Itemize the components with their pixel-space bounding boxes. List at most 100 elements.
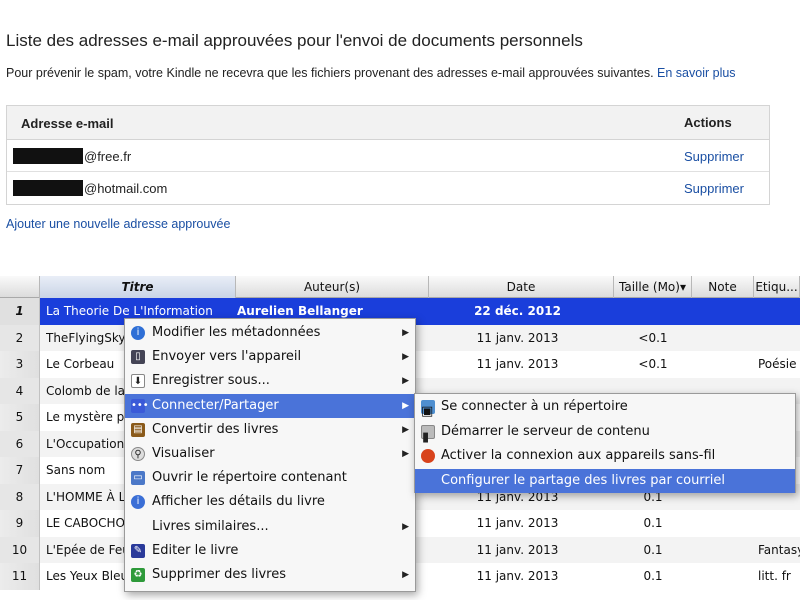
row-number: 9: [0, 510, 40, 537]
approved-emails-table: Adresse e-mail Actions @free.fr Supprime…: [6, 105, 770, 205]
book-size: 0.1: [643, 516, 663, 530]
convert-icon: ▤: [131, 422, 145, 437]
book-tags: [758, 325, 800, 352]
menu-item-label: Convertir des livres: [152, 421, 279, 437]
menu-item-label: Livres similaires...: [152, 518, 269, 534]
menu-item-livres-similaires[interactable]: Livres similaires... ▶: [125, 515, 415, 539]
book-size: 0.1: [643, 542, 663, 557]
header-date[interactable]: Date: [429, 276, 614, 298]
menu-item-label: Ouvrir le répertoire contenant: [152, 470, 347, 486]
book-date: 11 janv. 2013: [476, 330, 559, 345]
submenu-arrow-icon: ▶: [402, 569, 409, 580]
email-domain: @free.fr: [84, 149, 132, 164]
header-tags[interactable]: Etiqu...: [754, 276, 800, 298]
book-context-menu: i Modifier les métadonnées ▶ ▯ Envoyer vers …: [124, 318, 416, 592]
row-number: 11: [0, 563, 40, 590]
menu-item-label: Modifier les métadonnées: [152, 325, 321, 340]
submenu-item-label: Démarrer le serveur de contenu: [441, 423, 650, 439]
header-author[interactable]: Auteur(s): [236, 276, 429, 298]
menu-item-enregistrer-sous[interactable]: ⬇ Enregistrer sous... ▶: [125, 369, 415, 393]
submenu-arrow-icon: ▶: [402, 400, 409, 411]
header-size-label: Taille (Mo): [619, 280, 680, 294]
menu-item-label: Envoyer vers l'appareil: [152, 349, 302, 365]
share-icon: •••: [131, 398, 149, 413]
add-approved-address-link[interactable]: Ajouter une nouvelle adresse approuvée: [6, 217, 230, 231]
header-email: Adresse e-mail: [21, 116, 114, 131]
submenu-item-0[interactable]: ▣ Se connecter à un répertoire: [415, 395, 795, 420]
book-date: 22 déc. 2012: [474, 304, 561, 318]
submenu-item-3[interactable]: Configurer le partage des livres par cou…: [415, 468, 795, 493]
book-tags: [758, 510, 800, 537]
header-size[interactable]: Taille (Mo)▾: [614, 276, 692, 298]
folder-connect-icon: ▣: [421, 400, 435, 419]
row-number: 10: [0, 536, 40, 563]
menu-item-supprimer-des-livres[interactable]: ♻ Supprimer des livres ▶: [125, 563, 415, 587]
learn-more-link[interactable]: En savoir plus: [657, 66, 736, 80]
menu-item-label: Visualiser: [152, 445, 215, 461]
header-title[interactable]: Titre: [40, 276, 236, 298]
book-size: 0.1: [643, 569, 663, 583]
book-rating: [693, 325, 755, 352]
menu-item-afficher-les-details-du-livre[interactable]: i Afficher les détails du livre: [125, 490, 415, 514]
book-rating: [693, 351, 755, 378]
wireless-icon: [421, 449, 435, 463]
kindle-approved-emails-page: Liste des adresses e-mail approuvées pou…: [0, 0, 800, 270]
book-rating: [693, 537, 755, 564]
row-number: 5: [0, 404, 40, 431]
menu-item-visualiser[interactable]: ⚲ Visualiser ▶: [125, 442, 415, 466]
book-tags: [758, 298, 800, 325]
book-size: <0.1: [638, 357, 668, 371]
menu-item-label: Editer le livre: [152, 542, 239, 558]
table-row: @free.fr Supprimer: [7, 140, 769, 172]
view-icon: ⚲: [131, 446, 145, 461]
menu-item-connecter-partager[interactable]: ••• Connecter/Partager ▶: [125, 393, 415, 418]
row-number: 1: [0, 298, 40, 325]
submenu-item-2[interactable]: Activer la connexion aux appareils sans-…: [415, 444, 795, 469]
menu-item-convertir-des-livres[interactable]: ▤ Convertir des livres ▶: [125, 418, 415, 442]
details-icon: i: [131, 495, 145, 510]
menu-item-ouvrir-le-repertoire-contenant[interactable]: ▭ Ouvrir le répertoire contenant: [125, 466, 415, 490]
row-number: 2: [0, 324, 40, 351]
book-date: 11 janv. 2013: [476, 357, 559, 371]
menu-item-modifier-les-metadonnees[interactable]: i Modifier les métadonnées ▶: [125, 321, 415, 345]
book-size: <0.1: [638, 330, 668, 345]
page-title: Liste des adresses e-mail approuvées pou…: [6, 31, 583, 50]
redacted-email-local-part: [13, 180, 83, 196]
menu-item-editer-le-livre[interactable]: ✎ Editer le livre: [125, 539, 415, 563]
email-domain: @hotmail.com: [84, 181, 168, 196]
device-icon: ▯: [131, 350, 145, 365]
page-description: Pour prévenir le spam, votre Kindle ne r…: [6, 66, 736, 80]
redacted-email-local-part: [13, 148, 83, 164]
menu-item-label: Afficher les détails du livre: [152, 494, 325, 510]
menu-item-label: Connecter/Partager: [152, 397, 279, 413]
row-number: 6: [0, 430, 40, 457]
description-text: Pour prévenir le spam, votre Kindle ne r…: [6, 66, 654, 80]
book-date: 11 janv. 2013: [476, 516, 559, 530]
row-number: 4: [0, 377, 40, 404]
table-row: @hotmail.com Supprimer: [7, 172, 769, 204]
submenu-arrow-icon: ▶: [402, 352, 409, 363]
submenu-item-1[interactable]: ▮ Démarrer le serveur de contenu: [415, 420, 795, 445]
book-date: 11 janv. 2013: [476, 542, 559, 557]
book-rating: [693, 298, 755, 325]
header-actions: Actions: [684, 115, 732, 130]
table-header: Adresse e-mail Actions: [7, 106, 769, 140]
delete-link[interactable]: Supprimer: [684, 181, 744, 196]
header-note[interactable]: Note: [692, 276, 754, 298]
recycle-icon: ♻: [131, 567, 145, 582]
sort-descending-icon: ▾: [679, 280, 686, 294]
delete-link[interactable]: Supprimer: [684, 149, 744, 164]
book-tags: litt. fr: [758, 569, 791, 583]
submenu-item-label: Activer la connexion aux appareils sans-…: [441, 448, 716, 463]
submenu-arrow-icon: ▶: [402, 328, 409, 338]
book-tags: Poésie: [758, 357, 797, 371]
header-row-number: [0, 276, 40, 298]
submenu-item-label: Configurer le partage des livres par cou…: [441, 472, 725, 488]
book-rating: [693, 510, 755, 537]
edit-icon: ✎: [131, 543, 145, 558]
menu-item-label: Supprimer des livres: [152, 566, 286, 582]
book-rating: [693, 563, 755, 590]
submenu-item-label: Se connecter à un répertoire: [441, 399, 628, 414]
book-tags: Fantasy: [758, 542, 800, 557]
menu-item-envoyer-vers-l-appareil[interactable]: ▯ Envoyer vers l'appareil ▶: [125, 345, 415, 369]
